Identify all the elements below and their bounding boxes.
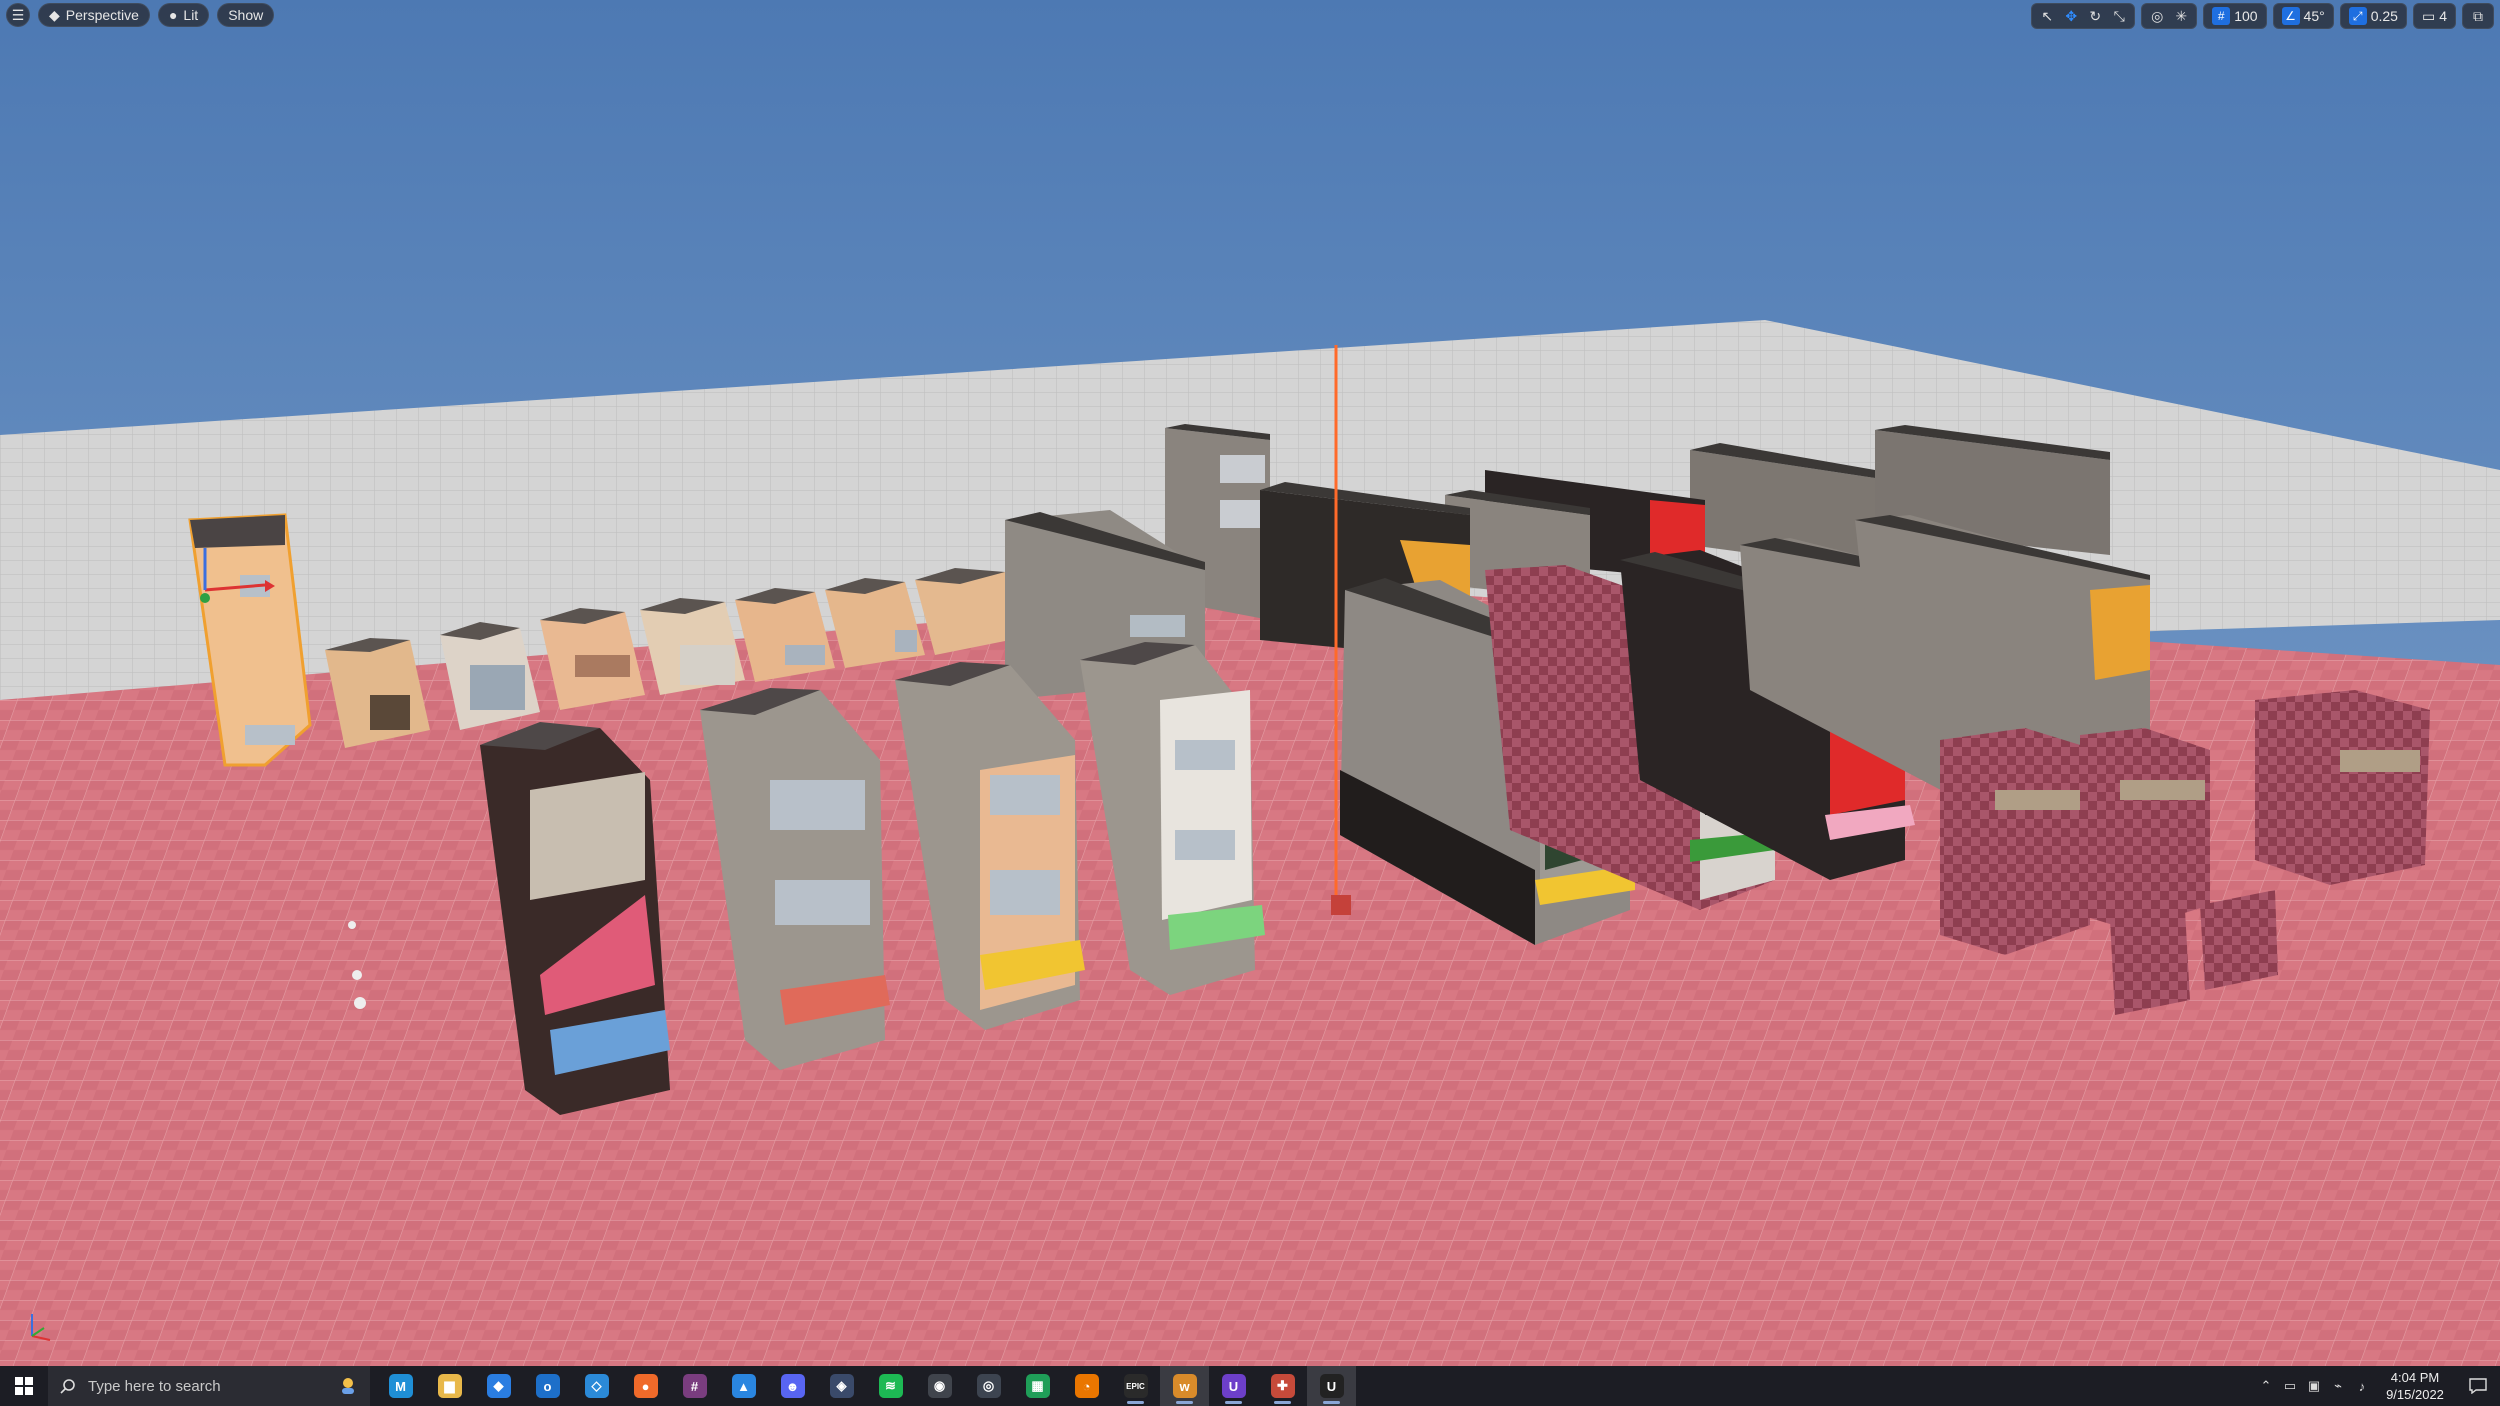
perspective-label: Perspective (65, 7, 139, 23)
file-explorer-app-icon: ▆ (437, 1374, 462, 1398)
transform-tools: ↖ ✥ ↻ ⤡ (2031, 3, 2136, 29)
photos-app-icon: ▲ (731, 1374, 756, 1398)
display-icon[interactable]: ▣ (2302, 1366, 2326, 1406)
unreal-app-icon: U (1319, 1374, 1344, 1398)
view-tools: ◎ ✳ (2141, 3, 2198, 29)
camera-icon: ▭ (2421, 7, 2436, 24)
chevron-up-icon[interactable]: ⌃ (2254, 1366, 2278, 1406)
search-highlight-icon (342, 1378, 354, 1394)
steam-app[interactable]: ◎ (964, 1366, 1013, 1406)
unreal-purple-app-icon: U (1221, 1374, 1246, 1398)
davinci-app[interactable]: ◈ (817, 1366, 866, 1406)
grid-icon: # (2212, 7, 2231, 25)
scale-snap-value: 0.25 (2370, 8, 2398, 24)
hamburger-icon: ☰ (11, 6, 25, 23)
search-icon (60, 1379, 75, 1394)
show-label: Show (228, 7, 264, 23)
cube-app-icon: ◇ (584, 1374, 609, 1398)
steam-app-icon: ◎ (976, 1374, 1001, 1398)
notification-button[interactable] (2456, 1366, 2500, 1406)
maximize-icon: ⧉ (2473, 7, 2483, 24)
start-button[interactable] (0, 1366, 48, 1406)
cube-icon: ◆ (49, 6, 60, 23)
notification-icon (2469, 1378, 2487, 1394)
taskbar-apps: M ▆ ◆ o ◇ ● # ▲ ☻ ◈ ≋ ◉ ◎ ▦ ◔ EPIC w U ✚ U (376, 1366, 1356, 1406)
select-icon[interactable]: ↖ (2036, 6, 2058, 26)
viewport-menu-button[interactable]: ☰ (6, 3, 30, 27)
taskbar-search[interactable]: Type here to search (48, 1366, 370, 1406)
discord-app[interactable]: ☻ (768, 1366, 817, 1406)
taskbar: Type here to search M ▆ ◆ o ◇ ● # ▲ ☻ ◈ ≋ ◉ ◎ ▦ ◔ EPIC w… (0, 1366, 2500, 1406)
network-icon[interactable]: ⌁ (2326, 1366, 2350, 1406)
file-explorer-app[interactable]: ▆ (425, 1366, 474, 1406)
windows-icon (15, 1377, 33, 1395)
maximize-viewport-button[interactable]: ⧉ (2462, 3, 2494, 29)
translate-icon[interactable]: ✥ (2060, 6, 2082, 26)
sphere-icon: ● (168, 7, 178, 23)
sheets-app-icon: ▦ (1025, 1374, 1050, 1398)
epic-app-icon: EPIC (1123, 1374, 1148, 1398)
slack-app-icon: # (682, 1374, 707, 1398)
sheets-app[interactable]: ▦ (1013, 1366, 1062, 1406)
discord-app-icon: ☻ (780, 1374, 805, 1398)
unreal-app[interactable]: U (1307, 1366, 1356, 1406)
camera-speed[interactable]: ▭ 4 (2412, 3, 2456, 29)
blender-app[interactable]: ◔ (1062, 1366, 1111, 1406)
scale-icon[interactable]: ⤡ (2108, 6, 2130, 26)
obs-app[interactable]: ◉ (915, 1366, 964, 1406)
spotify-app-icon: ≋ (878, 1374, 903, 1398)
photos-app[interactable]: ▲ (719, 1366, 768, 1406)
slack-app[interactable]: # (670, 1366, 719, 1406)
clock[interactable]: 4:04 PM 9/15/2022 (2374, 1369, 2456, 1403)
rotate-icon[interactable]: ↻ (2084, 6, 2106, 26)
shield-app[interactable]: ◆ (474, 1366, 523, 1406)
rotation-snap[interactable]: ∠ 45° (2272, 3, 2334, 29)
show-button[interactable]: Show (217, 3, 275, 27)
viewport-toolbar: ☰ ◆ Perspective ● Lit Show ↖ ✥ ↻ ⤡ ◎ ✳ #… (0, 0, 2500, 32)
davinci-app-icon: ◈ (829, 1374, 854, 1398)
grid-snap-value: 100 (2234, 8, 2258, 24)
w-app-icon: w (1172, 1374, 1197, 1398)
tool-app-icon: ✚ (1270, 1374, 1295, 1398)
system-tray: ⌃ ▭ ▣ ⌁ ♪ 4:04 PM 9/15/2022 (2254, 1366, 2500, 1406)
vscode-app[interactable]: M (376, 1366, 425, 1406)
perspective-button[interactable]: ◆ Perspective (38, 3, 150, 27)
w-app[interactable]: w (1160, 1366, 1209, 1406)
surface-snap-icon[interactable]: ✳ (2170, 6, 2192, 26)
battery-icon[interactable]: ▭ (2278, 1366, 2302, 1406)
clock-date: 9/15/2022 (2386, 1387, 2444, 1402)
firefox-app[interactable]: ● (621, 1366, 670, 1406)
vscode-app-icon: M (388, 1374, 413, 1398)
blender-app-icon: ◔ (1074, 1374, 1099, 1398)
realtime-icon[interactable]: ◎ (2146, 6, 2168, 26)
tool-app[interactable]: ✚ (1258, 1366, 1307, 1406)
obs-app-icon: ◉ (927, 1374, 952, 1398)
outlook-app[interactable]: o (523, 1366, 572, 1406)
viewport-scene[interactable] (0, 0, 2500, 1366)
grid-snap[interactable]: #100 (2203, 3, 2267, 29)
axis-gizmo (31, 1314, 51, 1341)
volume-icon[interactable]: ♪ (2350, 1366, 2374, 1406)
level-viewport[interactable] (0, 0, 2500, 1366)
clock-time: 4:04 PM (2390, 1370, 2440, 1385)
lit-label: Lit (183, 7, 199, 23)
firefox-app-icon: ● (633, 1374, 658, 1398)
view-mode-button[interactable]: ● Lit (157, 3, 210, 27)
spotify-app[interactable]: ≋ (866, 1366, 915, 1406)
angle-icon: ∠ (2281, 7, 2300, 25)
search-placeholder: Type here to search (88, 1377, 221, 1395)
unreal-purple-app[interactable]: U (1209, 1366, 1258, 1406)
cube-app[interactable]: ◇ (572, 1366, 621, 1406)
scale-snap[interactable]: ⤢ 0.25 (2339, 3, 2407, 29)
camera-speed-value: 4 (2439, 8, 2447, 24)
shield-app-icon: ◆ (486, 1374, 511, 1398)
epic-app[interactable]: EPIC (1111, 1366, 1160, 1406)
rotation-snap-value: 45° (2303, 8, 2325, 24)
outlook-app-icon: o (535, 1374, 560, 1398)
scale-snap-icon: ⤢ (2348, 7, 2367, 25)
